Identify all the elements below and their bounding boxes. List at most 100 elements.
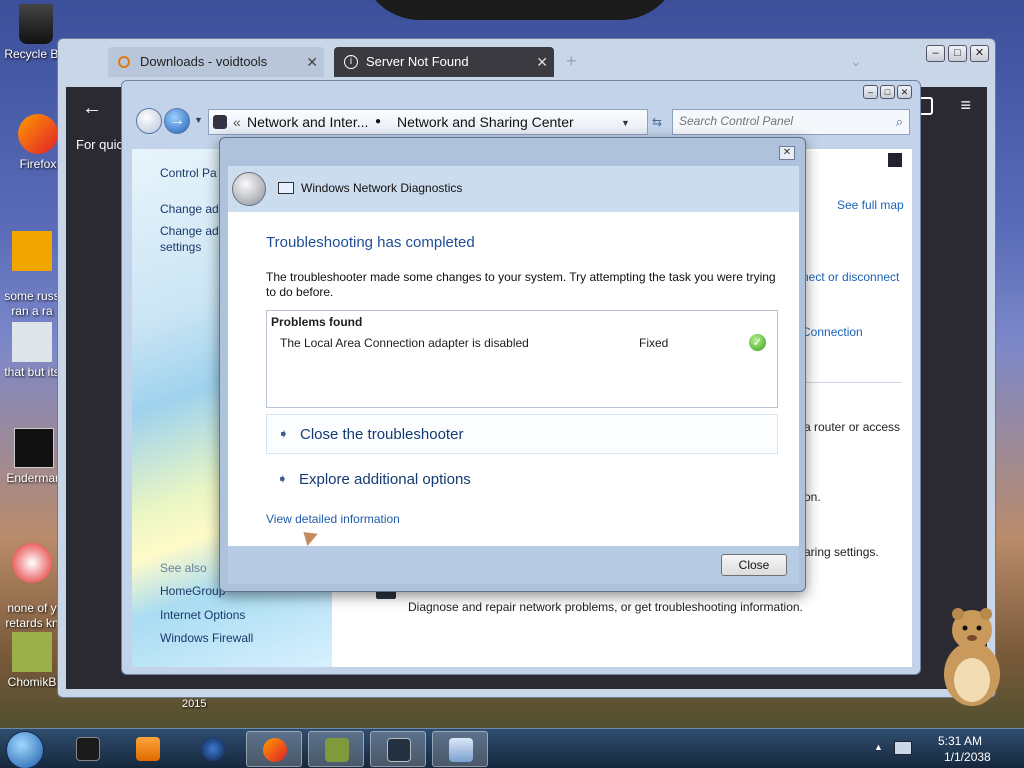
breadcrumb-overflow-icon[interactable]: « xyxy=(233,110,241,134)
tab-downloads[interactable]: Downloads - voidtools ✕ xyxy=(108,47,324,77)
text-fragment: on. xyxy=(804,490,821,504)
taskbar-item-monitor[interactable] xyxy=(370,731,426,767)
new-tab-icon[interactable]: + xyxy=(566,51,577,72)
link-control-panel-home[interactable]: Control Pa xyxy=(160,165,217,181)
breadcrumb-separator-icon[interactable]: ● xyxy=(375,110,381,134)
link-windows-firewall[interactable]: Windows Firewall xyxy=(160,630,253,646)
tab-server-not-found[interactable]: i Server Not Found ✕ xyxy=(334,47,554,77)
close-button[interactable]: Close xyxy=(721,554,787,576)
recent-pages-dropdown-icon[interactable]: ▼ xyxy=(194,115,203,125)
start-button[interactable] xyxy=(6,731,44,768)
close-button[interactable]: ✕ xyxy=(897,85,912,99)
problem-row: The Local Area Connection adapter is dis… xyxy=(267,333,777,353)
minimize-button[interactable]: – xyxy=(863,85,878,99)
help-icon[interactable] xyxy=(888,153,902,167)
taskbar-item-box[interactable] xyxy=(308,731,364,767)
close-tab-icon[interactable]: ✕ xyxy=(536,47,548,77)
minimize-button[interactable]: – xyxy=(926,45,945,62)
recycle-bin-icon xyxy=(19,4,53,44)
app-icon xyxy=(12,632,52,672)
media-player-icon xyxy=(136,737,160,761)
box-icon xyxy=(325,738,349,762)
app-icon xyxy=(14,428,54,468)
hamster-icon xyxy=(944,608,1000,706)
problems-list: Problems found The Local Area Connection… xyxy=(266,310,778,408)
problem-name: The Local Area Connection adapter is dis… xyxy=(280,336,529,350)
search-input[interactable] xyxy=(679,114,879,128)
desktop-icon-label: Firefox xyxy=(19,157,57,171)
clock-date[interactable]: 1/1/2038 xyxy=(944,750,991,764)
link-connect-disconnect[interactable]: nect or disconnect xyxy=(802,270,899,284)
desktop-icon-some-russ[interactable]: some russ ran a ra xyxy=(0,216,64,319)
command-label: Explore additional options xyxy=(299,471,471,488)
link-connection[interactable]: Connection xyxy=(802,325,863,339)
link-internet-options[interactable]: Internet Options xyxy=(160,607,245,623)
link-homegroup[interactable]: HomeGroup xyxy=(160,583,225,599)
desktop-icon-chomikb[interactable]: ChomikB xyxy=(0,632,64,690)
breadcrumb-item-network-sharing-center[interactable]: Network and Sharing Center xyxy=(397,110,574,134)
refresh-icon[interactable]: ⇆ xyxy=(652,115,662,129)
close-troubleshooter-button[interactable]: ➧ Close the troubleshooter xyxy=(266,414,778,454)
monitor-icon xyxy=(387,738,411,762)
link-change-adapter-settings[interactable]: Change ada xyxy=(160,201,225,217)
terminal-icon xyxy=(76,737,100,761)
address-bar: → ▼ « Network and Inter... ● Network and… xyxy=(132,105,912,139)
command-label: Close the troubleshooter xyxy=(300,426,464,443)
taskbar-item-globe[interactable] xyxy=(185,731,241,767)
link-see-full-map[interactable]: See full map xyxy=(837,198,904,212)
divider xyxy=(802,382,902,383)
maximize-button[interactable]: □ xyxy=(948,45,967,62)
control-panel-icon xyxy=(213,115,227,129)
desktop-icon-label: that but its xyxy=(4,365,60,379)
back-arrow-icon[interactable]: ← xyxy=(82,97,102,120)
dialog-description: The troubleshooter made some changes to … xyxy=(266,270,776,299)
forward-button[interactable]: → xyxy=(164,108,190,134)
back-button[interactable] xyxy=(232,172,266,206)
breadcrumb-dropdown-icon[interactable]: ▼ xyxy=(621,111,630,135)
close-tab-icon[interactable]: ✕ xyxy=(306,47,318,77)
search-icon xyxy=(118,56,130,68)
window-controls: – □ ✕ xyxy=(863,85,912,99)
explore-options-button[interactable]: ➧ Explore additional options xyxy=(266,460,778,500)
taskbar-item-media-player[interactable] xyxy=(120,731,176,767)
desktop-year-label: 2015 xyxy=(182,698,207,710)
text-router-access: a router or access xyxy=(804,420,901,434)
dialog-header: Windows Network Diagnostics xyxy=(228,166,799,212)
firefox-icon xyxy=(263,738,287,762)
dialog-close-icon[interactable]: ✕ xyxy=(779,146,795,160)
tab-list-icon[interactable]: ⌄ xyxy=(850,53,862,70)
breadcrumb[interactable]: « Network and Inter... ● Network and Sha… xyxy=(208,109,648,135)
clock-time[interactable]: 5:31 AM xyxy=(938,734,982,748)
text-diagnose-repair: Diagnose and repair network problems, or… xyxy=(408,600,803,614)
network-tray-icon[interactable] xyxy=(894,741,912,755)
show-hidden-icons-icon[interactable]: ▲ xyxy=(874,742,883,752)
search-box[interactable]: ⌕ xyxy=(672,109,910,135)
breadcrumb-item-network-and-internet[interactable]: Network and Inter... xyxy=(247,110,368,134)
desktop-icon-none-of-y[interactable]: none of y retards kn xyxy=(0,528,64,631)
hamburger-menu-icon[interactable]: ≡ xyxy=(960,95,971,116)
wallpaper-shape xyxy=(360,0,680,20)
desktop-icon-label: some russ ran a ra xyxy=(4,289,60,318)
network-diagnostics-icon xyxy=(278,182,294,194)
search-icon[interactable]: ⌕ xyxy=(896,114,903,130)
desktop-icon-that-but-its[interactable]: that but its xyxy=(0,322,64,380)
command-arrow-icon: ➧ xyxy=(277,471,288,486)
close-button[interactable]: ✕ xyxy=(970,45,989,62)
dialog-title: Windows Network Diagnostics xyxy=(301,181,463,195)
dialog-heading: Troubleshooting has completed xyxy=(266,234,475,251)
taskbar-item-terminal[interactable] xyxy=(60,731,116,767)
dialog-body: Troubleshooting has completed The troubl… xyxy=(228,212,799,546)
desktop-icon-label: ChomikB xyxy=(7,675,57,689)
command-arrow-icon: ➧ xyxy=(278,426,289,441)
taskbar-item-network[interactable] xyxy=(432,731,488,767)
taskbar-item-firefox[interactable] xyxy=(246,731,302,767)
link-change-advanced-settings[interactable]: Change adv settings xyxy=(160,223,225,255)
file-icon xyxy=(12,322,52,362)
view-detailed-info-link[interactable]: View detailed information xyxy=(266,512,400,526)
tab-label: Server Not Found xyxy=(366,54,469,69)
tab-label: Downloads - voidtools xyxy=(140,54,268,69)
maximize-button[interactable]: □ xyxy=(880,85,895,99)
window-controls: – □ ✕ xyxy=(926,45,989,62)
desktop-icon-label: Enderman xyxy=(6,471,62,485)
back-button[interactable] xyxy=(136,108,162,134)
